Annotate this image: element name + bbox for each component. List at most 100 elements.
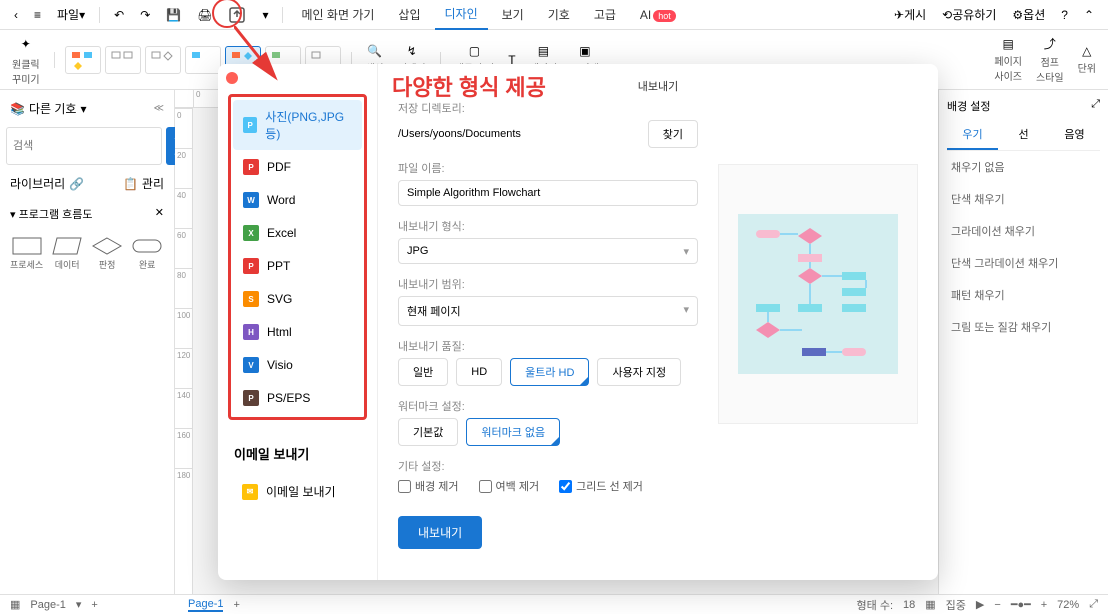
collapse-left-icon[interactable]: ≪: [154, 103, 164, 114]
save-button[interactable]: 💾: [160, 4, 187, 26]
fullscreen-icon[interactable]: ⤢: [1089, 598, 1098, 611]
quality-custom[interactable]: 사용자 지정: [597, 358, 681, 386]
shape-decision[interactable]: 판정: [91, 236, 123, 271]
close-set-icon[interactable]: ✕: [155, 206, 164, 219]
ribbon-jumpstyle[interactable]: ⤴점프 스타일: [1032, 35, 1068, 84]
help-button[interactable]: ?: [1055, 4, 1074, 26]
pages-icon[interactable]: ▦: [10, 598, 20, 611]
ribbon-unit[interactable]: △단위: [1074, 44, 1100, 75]
rp-opt-none[interactable]: 채우기 없음: [947, 151, 1100, 183]
add-page-button[interactable]: +: [91, 599, 97, 611]
rp-tab-fill[interactable]: 우기: [947, 120, 998, 150]
ribbon-oneclick[interactable]: ✦ 원클릭 꾸미기: [8, 34, 44, 86]
tab-symbols[interactable]: 기호: [538, 0, 580, 29]
dir-value: /Users/yoons/Documents: [398, 126, 640, 142]
flow-style-1[interactable]: [65, 46, 101, 74]
tab-view[interactable]: 보기: [492, 0, 534, 29]
flow-style-3[interactable]: [145, 46, 181, 74]
share-button[interactable]: ⟲ 공유하기: [936, 2, 1002, 27]
flow-style-2[interactable]: [105, 46, 141, 74]
undo-button[interactable]: ↶: [108, 4, 130, 26]
ribbon-pagesize[interactable]: ▤페이지 사이즈: [990, 37, 1026, 83]
email-icon: ✉: [242, 484, 258, 500]
fmt-ps[interactable]: PPS/EPS: [233, 382, 362, 414]
zoom-slider[interactable]: ━●━: [1011, 598, 1031, 611]
filename-label: 파일 이름:: [398, 160, 698, 176]
shape-data[interactable]: 데이터: [51, 236, 83, 271]
fmt-image[interactable]: P사진(PNG,JPG 등): [233, 100, 362, 150]
range-label: 내보내기 범위:: [398, 276, 698, 292]
fmt-word[interactable]: WWord: [233, 184, 362, 216]
quality-ultrahd[interactable]: 울트라 HD: [510, 358, 589, 386]
options-button[interactable]: ⚙ 옵션: [1006, 2, 1051, 27]
redo-button[interactable]: ↷: [134, 4, 156, 26]
fmt-excel[interactable]: XExcel: [233, 217, 362, 249]
format-select[interactable]: JPG: [398, 238, 698, 264]
rp-opt-pattern[interactable]: 패턴 채우기: [947, 279, 1100, 311]
file-menu-label: 파일: [57, 6, 79, 23]
search-input[interactable]: [6, 127, 162, 165]
other-symbols-dropdown[interactable]: 📚 다른 기호 ▾ ≪: [6, 96, 168, 121]
tab-design[interactable]: 디자인: [435, 0, 488, 30]
rp-opt-image[interactable]: 그림 또는 질감 채우기: [947, 311, 1100, 343]
export-button[interactable]: [222, 2, 252, 28]
dialog-settings: 내보내기 저장 디렉토리: /Users/yoons/Documents 찾기 …: [378, 64, 938, 580]
hamburger-icon[interactable]: ≡: [28, 4, 47, 26]
filename-input[interactable]: [398, 180, 698, 206]
fmt-pdf[interactable]: PPDF: [233, 151, 362, 183]
tab-insert[interactable]: 삽입: [388, 0, 430, 29]
pagesize-icon: ▤: [1003, 37, 1014, 51]
visio-icon: V: [243, 357, 259, 373]
check-remove-bg[interactable]: 배경 제거: [398, 478, 459, 494]
shape-process[interactable]: 프로세스: [10, 236, 43, 271]
stack-icon: 📚: [10, 102, 25, 116]
page-combo[interactable]: Page-1: [30, 599, 65, 611]
rp-tab-line[interactable]: 선: [998, 120, 1049, 150]
tab-ai[interactable]: AIhot: [630, 2, 686, 28]
find-button[interactable]: 찾기: [648, 120, 698, 148]
dialog-close-button[interactable]: [226, 72, 238, 84]
flowchart-set-item[interactable]: ▾ 프로그램 흐름도 ✕: [6, 202, 168, 226]
page-tab-1[interactable]: Page-1: [188, 598, 223, 612]
watermark-default[interactable]: 기본값: [398, 418, 458, 446]
annotation-title: 다양한 형식 제공: [392, 70, 546, 102]
email-send-item[interactable]: ✉ 이메일 보내기: [234, 475, 361, 508]
print-button[interactable]: 🖨: [191, 4, 218, 26]
layers-icon[interactable]: ▦: [925, 598, 935, 611]
check-remove-grid[interactable]: 그리드 선 제거: [559, 478, 643, 494]
fmt-ppt[interactable]: PPPT: [233, 250, 362, 282]
fmt-html[interactable]: HHtml: [233, 316, 362, 348]
check-remove-margin[interactable]: 여백 제거: [479, 478, 540, 494]
back-button[interactable]: ‹: [8, 4, 24, 26]
page-dropdown-icon[interactable]: ▾: [76, 598, 82, 611]
range-select[interactable]: 현재 페이지: [398, 296, 698, 326]
fmt-svg[interactable]: SSVG: [233, 283, 362, 315]
dropdown-more[interactable]: ▾: [256, 4, 274, 26]
border-icon: ▢: [469, 44, 480, 58]
export-preview: [718, 164, 918, 424]
watermark-none[interactable]: 워터마크 없음: [466, 418, 560, 446]
library-row[interactable]: 라이브러리 🔗 📋 관리: [6, 171, 168, 196]
rp-opt-gradient[interactable]: 그라데이션 채우기: [947, 215, 1100, 247]
zoom-out-button[interactable]: −: [994, 599, 1000, 611]
shape-terminator[interactable]: 완료: [131, 236, 163, 271]
zoom-in-button[interactable]: +: [1041, 599, 1047, 611]
rp-tab-shadow[interactable]: 음영: [1049, 120, 1100, 150]
publish-button[interactable]: ✈ 게시: [888, 2, 932, 27]
rp-opt-solid-gradient[interactable]: 단색 그라데이션 채우기: [947, 247, 1100, 279]
export-confirm-button[interactable]: 내보내기: [398, 516, 482, 549]
quality-hd[interactable]: HD: [456, 358, 502, 386]
tab-advanced[interactable]: 고급: [584, 0, 626, 29]
quality-normal[interactable]: 일반: [398, 358, 448, 386]
fmt-visio[interactable]: VVisio: [233, 349, 362, 381]
add-page-tab[interactable]: +: [233, 599, 239, 611]
file-menu[interactable]: 파일 ▾: [51, 2, 91, 27]
expand-icon[interactable]: ⤢: [1091, 98, 1100, 114]
flow-style-4[interactable]: [185, 46, 221, 74]
dialog-format-list: P사진(PNG,JPG 등) PPDF WWord XExcel PPPT SS…: [218, 64, 378, 580]
play-icon[interactable]: ▶: [976, 598, 984, 611]
rp-opt-solid[interactable]: 단색 채우기: [947, 183, 1100, 215]
tab-main[interactable]: 메인 화면 가기: [291, 0, 384, 29]
annotation-red-box: P사진(PNG,JPG 등) PPDF WWord XExcel PPPT SS…: [228, 94, 367, 420]
collapse-ribbon[interactable]: ⌃: [1078, 4, 1100, 26]
